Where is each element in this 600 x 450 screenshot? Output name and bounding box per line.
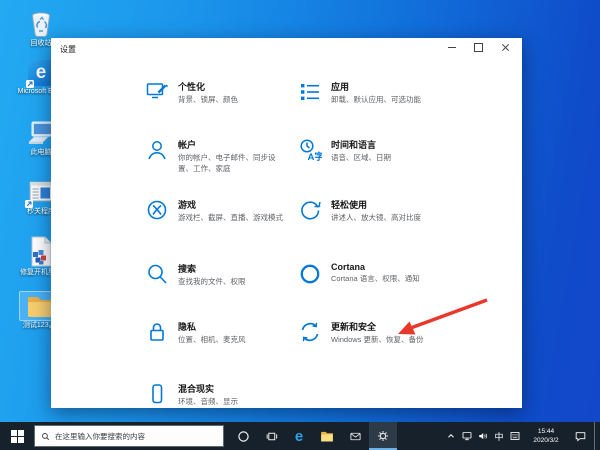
tray-expand-button[interactable] [443, 422, 459, 450]
file-explorer-button[interactable] [313, 422, 341, 450]
category-title: 游戏 [178, 200, 197, 210]
speaker-icon [479, 433, 488, 440]
mail-button[interactable] [341, 422, 369, 450]
ease-of-access-icon [301, 201, 321, 220]
lock-icon [150, 323, 164, 341]
close-icon [501, 43, 510, 52]
minimize-icon [447, 47, 456, 48]
personalization-icon [146, 83, 169, 99]
time-language-icon: A字 [300, 139, 323, 162]
chevron-up-icon [448, 434, 454, 438]
category-gaming[interactable]: 游戏 游戏栏、截屏、直播、游戏模式 [145, 198, 290, 224]
category-subtitle: 环境、音频、显示 [178, 397, 238, 406]
svg-text:A字: A字 [308, 151, 323, 162]
category-mixed-reality[interactable]: 混合现实 环境、音频、显示 [145, 382, 290, 408]
category-subtitle: 卸载、默认应用、可选功能 [331, 95, 421, 104]
category-privacy[interactable]: 隐私 位置、相机、麦克风 [145, 320, 290, 346]
desktop-icon-label: 回收站 [30, 40, 52, 47]
category-title: Cortana [331, 262, 366, 272]
mixed-reality-icon [152, 384, 163, 404]
category-apps[interactable]: 应用 卸载、默认应用、可选功能 [298, 80, 467, 106]
category-search[interactable]: 搜索 查找我的文件、权限 [145, 262, 290, 288]
network-tray-button[interactable] [459, 422, 475, 450]
category-subtitle: 你的帐户、电子邮件、同步设置、工作、家庭 [178, 153, 276, 173]
recycle-bin-icon [27, 8, 55, 38]
desktop-icon-label: 此电脑 [30, 149, 52, 156]
clock-time: 15:44 [537, 427, 555, 435]
touch-keyboard-button[interactable] [507, 422, 523, 450]
category-ease-of-access[interactable]: 轻松使用 讲述人、放大镜、高对比度 [298, 198, 467, 224]
category-title: 帐户 [178, 140, 197, 150]
accounts-icon [148, 141, 166, 160]
search-icon [42, 432, 50, 440]
category-time-language[interactable]: A字 时间和语言 语音、区域、日期 [298, 138, 467, 164]
category-accounts[interactable]: 帐户 你的帐户、电子邮件、同步设置、工作、家庭 [145, 138, 290, 175]
volume-tray-button[interactable] [475, 422, 491, 450]
category-cortana[interactable]: Cortana Cortana 语言、权限、通知 [298, 262, 467, 286]
category-subtitle: 位置、相机、麦克风 [178, 335, 246, 344]
shortcut-arrow-icon [26, 80, 34, 88]
category-subtitle: Cortana 语言、权限、通知 [331, 274, 420, 283]
show-desktop-button[interactable] [594, 422, 600, 450]
search-placeholder: 在这里输入你要搜索的内容 [55, 431, 145, 441]
ime-indicator[interactable]: 中 [491, 422, 507, 450]
category-title: 更新和安全 [331, 322, 377, 332]
action-center-icon [575, 431, 585, 442]
maximize-button[interactable] [465, 40, 492, 55]
task-view-button[interactable] [257, 422, 285, 450]
edge-taskbar-button[interactable]: e [285, 422, 313, 450]
system-tray: 中 15:44 2020/3/2 [443, 422, 600, 450]
task-view-icon [266, 432, 277, 440]
category-title: 个性化 [178, 82, 206, 92]
apps-icon [301, 84, 319, 100]
category-subtitle: 游戏栏、截屏、直播、游戏模式 [178, 213, 283, 222]
file-explorer-icon [321, 431, 333, 441]
clock-date: 2020/3/2 [533, 437, 559, 444]
category-update-security[interactable]: 更新和安全 Windows 更新、恢复、备份 [298, 320, 467, 346]
search-category-icon [148, 264, 167, 284]
category-title: 时间和语言 [331, 140, 377, 150]
taskbar-clock[interactable]: 15:44 2020/3/2 [523, 427, 569, 446]
cortana-taskbar-button[interactable] [229, 422, 257, 450]
category-personalization[interactable]: 个性化 背景、锁屏、颜色 [145, 80, 290, 106]
settings-taskbar-button[interactable] [369, 422, 397, 450]
category-subtitle: 讲述人、放大镜、高对比度 [331, 213, 421, 222]
category-title: 轻松使用 [331, 200, 368, 210]
close-button[interactable] [492, 40, 519, 55]
cortana-ring-icon [237, 430, 249, 442]
category-title: 应用 [331, 82, 350, 92]
network-icon [462, 432, 472, 441]
touch-keyboard-icon [510, 432, 520, 440]
category-title: 混合现实 [178, 384, 215, 394]
taskbar-app-icons: e [229, 422, 397, 450]
category-subtitle: 语音、区域、日期 [331, 153, 391, 162]
update-security-icon [301, 322, 319, 342]
edge-icon: e [294, 427, 304, 445]
category-subtitle: 背景、锁屏、颜色 [178, 95, 238, 104]
taskbar-search-input[interactable]: 在这里输入你要搜索的内容 [34, 425, 224, 447]
gear-icon [378, 431, 388, 441]
window-controls [438, 40, 519, 55]
xbox-icon [147, 200, 167, 220]
category-subtitle: Windows 更新、恢复、备份 [331, 335, 424, 344]
category-title: 搜索 [178, 264, 197, 274]
category-subtitle: 查找我的文件、权限 [178, 277, 246, 286]
action-center-button[interactable] [569, 422, 591, 450]
window-title: 设置 [60, 45, 76, 54]
mail-icon [349, 432, 361, 440]
cortana-icon [300, 264, 320, 284]
start-button[interactable] [0, 422, 34, 450]
taskbar: 在这里输入你要搜索的内容 e 中 15:44 2020/3/2 [0, 422, 600, 450]
windows-logo-icon [10, 429, 24, 443]
shortcut-arrow-icon [25, 200, 33, 208]
settings-window: 设置 个性化 背景、锁屏、颜色 帐户 你的帐户、电子邮件、同步设置、工作、家庭 [51, 38, 522, 408]
maximize-icon [474, 43, 483, 52]
desktop-background: 回收站 e Microsoft Edge 此电脑 秒关程序 修复开机黑屏 测试1… [0, 0, 600, 450]
category-title: 隐私 [178, 322, 197, 332]
minimize-button[interactable] [438, 40, 465, 55]
